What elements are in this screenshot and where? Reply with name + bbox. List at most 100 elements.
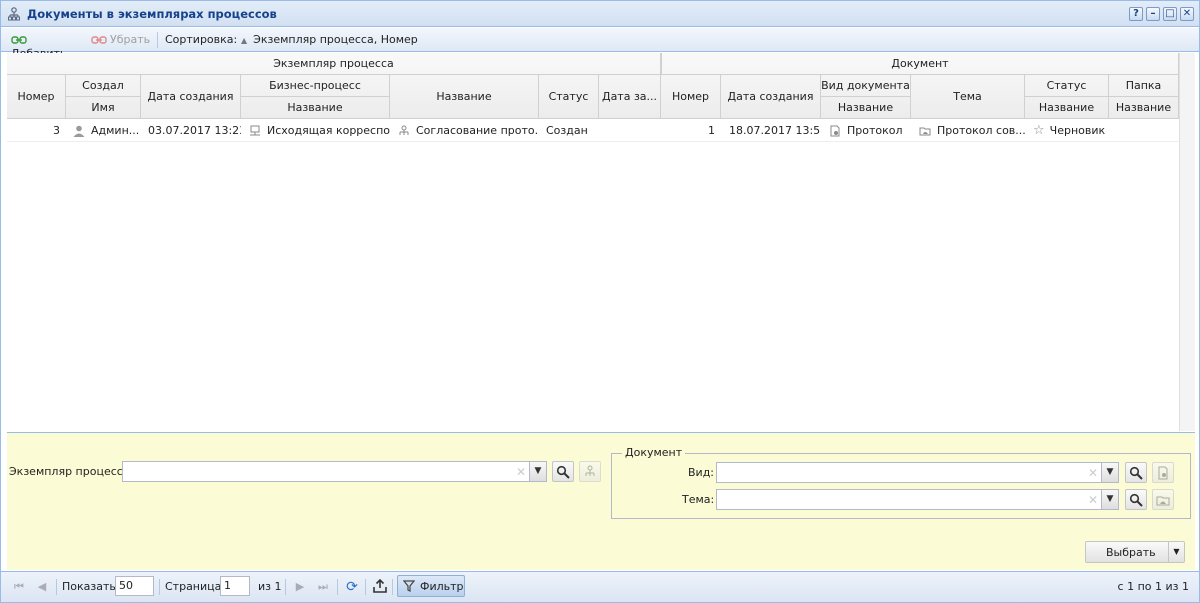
- cell-title: Согласование прото...: [398, 120, 539, 142]
- business-process-icon: [250, 125, 260, 136]
- close-button[interactable]: ✕: [1180, 7, 1194, 21]
- col-header-created-date[interactable]: Дата создания: [141, 75, 241, 119]
- remove-button[interactable]: Убрать: [91, 33, 153, 47]
- toolbar: Добавить Убрать Сортировка: ▲ Экземпляр п…: [1, 28, 1199, 60]
- search-icon: [1129, 466, 1143, 480]
- group-header-process: Экземпляр процесса: [7, 53, 661, 75]
- page-size-label: Показать: [62, 580, 116, 593]
- col-header-status[interactable]: Статус: [539, 75, 599, 119]
- cell-subject-text: Протокол сов...: [937, 124, 1025, 137]
- grid-header: Экземпляр процесса Документ Номер Создал…: [7, 53, 1179, 119]
- open-process-button[interactable]: [579, 461, 601, 482]
- page-count-label: из 1: [258, 580, 282, 593]
- process-instance-icon: [8, 7, 20, 21]
- kind-label: Вид:: [688, 466, 715, 479]
- paging-separator: [285, 579, 286, 595]
- star-icon: ☆: [1033, 123, 1045, 138]
- col-header-number[interactable]: Номер: [7, 75, 66, 119]
- paging-separator: [365, 579, 366, 595]
- maximize-button[interactable]: □: [1163, 7, 1177, 21]
- filter-toggle-button[interactable]: Фильтр: [397, 575, 465, 597]
- previous-page-icon[interactable]: ◀: [34, 579, 50, 595]
- open-kind-button[interactable]: [1152, 462, 1174, 483]
- window-title: Документы в экземплярах процессов: [27, 7, 277, 21]
- toolbar-separator: [157, 32, 158, 48]
- cell-doc-status: ☆ Черновик: [1033, 120, 1109, 142]
- next-page-icon[interactable]: ▶: [292, 579, 308, 595]
- col-header-doc-number[interactable]: Номер: [661, 75, 721, 119]
- sort-selector[interactable]: ▲ Экземпляр процесса, Номер: [241, 33, 418, 47]
- cell-status: Создан: [546, 124, 588, 137]
- minimize-button[interactable]: –: [1146, 7, 1160, 21]
- chevron-down-icon[interactable]: ▼: [1101, 463, 1118, 482]
- col-header-business-process: Бизнес-процесс: [241, 75, 390, 97]
- clear-icon[interactable]: ✕: [516, 465, 526, 479]
- cell-created-by: Админ...: [73, 120, 141, 142]
- col-header-folder-name[interactable]: Название: [1109, 97, 1179, 119]
- remove-link-icon: [91, 36, 107, 44]
- subject-combo[interactable]: ✕ ▼: [716, 489, 1119, 510]
- refresh-icon[interactable]: ⟳: [344, 579, 360, 595]
- col-header-business-process-name[interactable]: Название: [241, 97, 390, 119]
- help-button[interactable]: ?: [1129, 7, 1143, 21]
- document-legend: Документ: [622, 446, 686, 459]
- last-page-icon[interactable]: ⏭: [315, 579, 331, 595]
- subject-folder-icon: [919, 127, 931, 136]
- chevron-down-icon[interactable]: ▼: [529, 462, 546, 481]
- table-row[interactable]: 3 Админ... 03.07.2017 13:23 Исходящая ко…: [7, 120, 1179, 142]
- search-kind-button[interactable]: [1125, 462, 1147, 483]
- group-header-document: Документ: [661, 53, 1179, 75]
- cell-doc-kind: Протокол: [829, 120, 911, 142]
- clear-icon[interactable]: ✕: [1088, 466, 1098, 480]
- col-header-folder: Папка: [1109, 75, 1179, 97]
- search-icon: [1129, 493, 1143, 507]
- col-header-doc-status-name[interactable]: Название: [1025, 97, 1109, 119]
- cell-business-process-name: Исходящая корреспо...: [267, 124, 390, 137]
- page-label: Страница: [165, 580, 222, 593]
- document-fieldset: Документ Вид: ✕ ▼ Тема: ✕ ▼: [611, 446, 1191, 519]
- col-header-created-by-name[interactable]: Имя: [66, 97, 141, 119]
- select-button[interactable]: Выбрать ▼: [1085, 541, 1185, 563]
- col-header-subject[interactable]: Тема: [911, 75, 1025, 119]
- col-header-doc-kind: Вид документа: [821, 75, 911, 97]
- cell-created-date: 03.07.2017 13:23: [148, 124, 241, 137]
- chevron-down-icon[interactable]: ▼: [1168, 542, 1184, 562]
- page-size-input[interactable]: 50: [115, 576, 154, 596]
- process-instance-label: Экземпляр процесса:: [9, 465, 134, 478]
- col-header-created-by: Создал: [66, 75, 141, 97]
- open-subject-button[interactable]: [1152, 489, 1174, 510]
- first-page-icon[interactable]: ⏮: [11, 579, 27, 595]
- cell-business-process: Исходящая корреспо...: [249, 120, 390, 142]
- cell-title-text: Согласование прото...: [416, 124, 539, 137]
- search-process-button[interactable]: [552, 461, 574, 482]
- col-header-title[interactable]: Название: [390, 75, 539, 119]
- window-titlebar[interactable]: Документы в экземплярах процессов ? – □ …: [1, 1, 1199, 27]
- process-instance-icon: [585, 465, 595, 476]
- search-icon: [556, 465, 570, 479]
- filter-toggle-label: Фильтр: [420, 580, 464, 593]
- cell-folder: [1117, 120, 1179, 142]
- paging-separator: [159, 579, 160, 595]
- cell-number: 3: [53, 124, 60, 137]
- export-icon[interactable]: [372, 578, 388, 595]
- col-header-doc-created-date[interactable]: Дата создания: [721, 75, 821, 119]
- add-button[interactable]: Добавить: [11, 33, 85, 60]
- chevron-down-icon[interactable]: ▼: [1101, 490, 1118, 509]
- process-instance-icon: [399, 125, 409, 135]
- sort-ascending-icon: ▲: [241, 36, 248, 45]
- page-number-input[interactable]: 1: [220, 576, 250, 596]
- kind-combo[interactable]: ✕ ▼: [716, 462, 1119, 483]
- clear-icon[interactable]: ✕: [1088, 493, 1098, 507]
- col-header-doc-kind-name[interactable]: Название: [821, 97, 911, 119]
- col-header-end-date[interactable]: Дата за...: [599, 75, 661, 119]
- paging-separator: [392, 579, 393, 595]
- paging-summary: с 1 по 1 из 1: [1117, 580, 1189, 593]
- remove-button-label: Убрать: [110, 33, 151, 46]
- search-subject-button[interactable]: [1125, 489, 1147, 510]
- document-kind-icon: [1158, 466, 1168, 480]
- user-icon: [73, 125, 85, 137]
- select-button-label: Выбрать: [1106, 546, 1156, 559]
- cell-doc-status-name: Черновик: [1049, 124, 1106, 137]
- document-kind-icon: [830, 125, 840, 137]
- process-instance-combo[interactable]: ✕ ▼: [122, 461, 547, 482]
